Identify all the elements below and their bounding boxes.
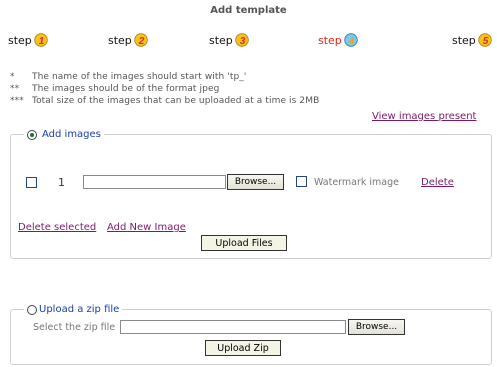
- note-size: *** Total size of the images that can be …: [10, 96, 319, 106]
- image-select-checkbox[interactable]: [26, 177, 37, 188]
- image-browse-button[interactable]: Browse...: [227, 174, 284, 190]
- image-row-number: 1: [58, 176, 65, 189]
- step-2[interactable]: step 2: [108, 33, 148, 47]
- step-4-number: 4: [348, 36, 355, 47]
- step-2-number: 2: [138, 36, 145, 47]
- step-1-number: 1: [39, 36, 45, 47]
- step-5-icon: 5: [478, 33, 492, 47]
- add-new-image-link[interactable]: Add New Image: [107, 222, 186, 233]
- step-3-number: 3: [240, 36, 246, 47]
- note-text: The name of the images should start with…: [32, 72, 247, 82]
- watermark-checkbox[interactable]: [296, 176, 307, 187]
- zip-file-label: Select the zip file: [33, 322, 116, 333]
- step-4[interactable]: step 4: [318, 33, 358, 47]
- step-3-label: step: [209, 33, 233, 47]
- add-images-label: Add images: [42, 129, 101, 140]
- add-images-radio[interactable]: [27, 129, 37, 140]
- step-1-label: step: [8, 33, 32, 47]
- view-images-link[interactable]: View images present: [372, 111, 476, 122]
- note-marker: *: [10, 72, 15, 82]
- upload-zip-radio[interactable]: [27, 304, 37, 315]
- step-4-icon: 4: [344, 33, 358, 47]
- image-file-input[interactable]: [83, 175, 226, 189]
- step-5-label: step: [452, 33, 476, 47]
- note-marker: ***: [10, 96, 24, 106]
- upload-files-button[interactable]: Upload Files: [201, 235, 287, 251]
- note-text: The images should be of the format jpeg: [32, 84, 220, 94]
- step-5[interactable]: step 5: [452, 33, 492, 47]
- step-1-icon: 1: [34, 33, 48, 47]
- watermark-label: Watermark image: [314, 177, 400, 188]
- step-2-label: step: [108, 33, 132, 47]
- note-marker: **: [10, 84, 20, 94]
- upload-zip-panel: [10, 309, 492, 365]
- step-3-icon: 3: [235, 33, 249, 47]
- zip-browse-button[interactable]: Browse...: [348, 319, 405, 335]
- page-title: Add template: [210, 5, 287, 16]
- delete-selected-link[interactable]: Delete selected: [18, 222, 96, 233]
- step-5-number: 5: [483, 36, 489, 47]
- upload-zip-label: Upload a zip file: [39, 304, 120, 315]
- step-1[interactable]: step 1: [8, 33, 48, 47]
- upload-zip-option[interactable]: Upload a zip file: [24, 304, 123, 315]
- step-3[interactable]: step 3: [209, 33, 249, 47]
- note-format: ** The images should be of the format jpe…: [10, 84, 219, 94]
- zip-file-input[interactable]: [120, 320, 346, 334]
- note-text: Total size of the images that can be upl…: [32, 96, 320, 106]
- delete-image-link[interactable]: Delete: [421, 177, 454, 188]
- step-4-label: step: [318, 33, 342, 47]
- note-naming: * The name of the images should start wit…: [10, 72, 246, 82]
- add-images-option[interactable]: Add images: [24, 129, 104, 140]
- step-2-icon: 2: [134, 33, 148, 47]
- upload-zip-button[interactable]: Upload Zip: [205, 340, 281, 356]
